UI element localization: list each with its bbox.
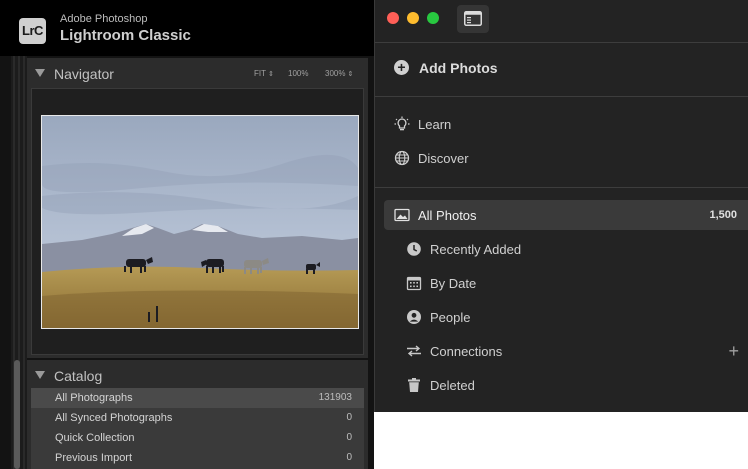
lightroom-classic-window: LrC Adobe Photoshop Lightroom Classic Na… [0, 0, 374, 469]
divider [375, 187, 748, 188]
zoom-300-option[interactable]: 300% ⇕ [325, 69, 353, 78]
sidebar-panel-icon [464, 11, 482, 26]
zoom-100-option[interactable]: 100% [288, 69, 308, 78]
sidebar-item-label: Discover [418, 151, 469, 166]
lrc-logo: LrC [19, 18, 46, 44]
add-photos-button[interactable]: + Add Photos [375, 52, 748, 84]
sidebar-item-deleted[interactable]: Deleted [375, 370, 748, 400]
sidebar-item-people[interactable]: People [375, 302, 748, 332]
catalog-title: Catalog [54, 368, 103, 384]
sidebar-item-label: All Photos [418, 208, 477, 223]
brand-product: Lightroom Classic [60, 27, 191, 44]
catalog-row-label: All Synced Photographs [55, 412, 173, 424]
sidebar-item-label: Recently Added [430, 242, 522, 257]
navigator-preview-area[interactable] [31, 88, 364, 355]
catalog-row-quick-collection[interactable]: Quick Collection 0 [31, 428, 364, 448]
add-photos-label: Add Photos [419, 60, 498, 76]
sidebar-item-connections[interactable]: Connections + [375, 336, 748, 366]
catalog-row-all-synced[interactable]: All Synced Photographs 0 [31, 408, 364, 428]
clock-icon [407, 242, 421, 256]
navigator-preview-photo[interactable] [41, 115, 359, 329]
catalog-list: All Photographs 131903 All Synced Photog… [31, 388, 364, 469]
sidebar-item-label: People [430, 310, 471, 325]
connections-icon [407, 345, 421, 357]
catalog-row-count: 0 [346, 452, 352, 463]
sidebar-item-by-date[interactable]: By Date [375, 268, 748, 298]
sidebar-item-recently-added[interactable]: Recently Added [375, 234, 748, 264]
sidebar-item-label: Connections [430, 344, 503, 359]
sidebar-item-label: By Date [430, 276, 477, 291]
landscape-horses-image [42, 116, 358, 328]
lightbulb-icon [394, 116, 410, 131]
brand-vendor: Adobe Photoshop [60, 13, 148, 25]
collapse-triangle-icon[interactable] [35, 371, 45, 379]
catalog-row-label: Quick Collection [55, 432, 135, 444]
identity-plate: LrC Adobe Photoshop Lightroom Classic [0, 0, 374, 56]
zoom-window-button[interactable] [427, 12, 439, 24]
sidebar-item-all-photos[interactable]: All Photos 1,500 [384, 200, 748, 230]
trash-icon [408, 378, 420, 392]
person-icon [407, 310, 421, 324]
photo-icon [394, 208, 410, 222]
updown-arrow-icon: ⇕ [268, 71, 274, 78]
sidebar-item-learn[interactable]: Learn [375, 109, 748, 139]
navigator-title: Navigator [54, 66, 114, 82]
close-window-button[interactable] [387, 12, 399, 24]
photo-count: 1,500 [709, 209, 737, 221]
sidebar-toggle-button[interactable] [457, 5, 489, 33]
sidebar-item-label: Deleted [430, 378, 475, 393]
catalog-row-all-photographs[interactable]: All Photographs 131903 [31, 388, 364, 408]
panel-scrollbar[interactable] [14, 360, 20, 469]
catalog-header[interactable]: Catalog [27, 360, 368, 390]
lightroom-window: + Add Photos Learn Discover All Photos 1… [374, 0, 748, 412]
add-connection-button[interactable]: + [728, 341, 739, 362]
catalog-row-count: 0 [346, 412, 352, 423]
sidebar-item-label: Learn [418, 117, 452, 132]
zoom-fit-option[interactable]: FIT ⇕ [254, 69, 274, 78]
globe-icon [394, 150, 410, 166]
catalog-row-label: All Photographs [55, 392, 133, 404]
divider [375, 42, 748, 43]
plus-circle-icon: + [394, 60, 409, 75]
updown-arrow-icon: ⇕ [347, 71, 354, 78]
catalog-row-count: 0 [346, 432, 352, 443]
navigator-panel: Navigator FIT ⇕ 100% 300% ⇕ [27, 58, 368, 358]
catalog-panel: Catalog All Photographs 131903 All Synce… [27, 360, 368, 469]
collapse-triangle-icon[interactable] [35, 69, 45, 77]
divider [375, 96, 748, 97]
minimize-window-button[interactable] [407, 12, 419, 24]
catalog-row-label: Previous Import [55, 452, 133, 464]
catalog-row-count: 131903 [318, 392, 352, 403]
sidebar-item-discover[interactable]: Discover [375, 143, 748, 173]
navigator-header[interactable]: Navigator FIT ⇕ 100% 300% ⇕ [27, 58, 368, 88]
calendar-icon [406, 276, 422, 291]
catalog-row-previous-import[interactable]: Previous Import 0 [31, 448, 364, 468]
